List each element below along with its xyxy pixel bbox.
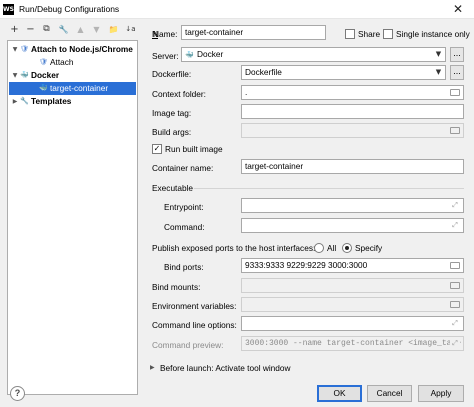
run-built-image-checkbox[interactable]: ✓ [152,144,162,154]
before-launch-triangle-icon[interactable]: ▶ [150,364,155,371]
bind-ports-value: 9333:9333 9229:9229 3000:3000 [245,260,368,270]
remove-configuration-button[interactable]: − [24,23,37,36]
chevron-down-icon: ▼ [435,68,442,76]
configurations-toolbar: + − ⧉ 🔧 ▲ ▼ 📁 ↓a [0,20,142,40]
close-window-button[interactable]: ✕ [442,0,474,19]
build-args-label: Build args: [152,127,192,137]
tree-item-label: Attach to Node.js/Chrome [31,44,133,54]
configurations-tree[interactable]: ▼ 🛡 Attach to Node.js/Chrome 🛡 Attach ▼ … [7,40,138,395]
tree-item-docker[interactable]: ▼ 🐳 Docker [9,69,136,82]
cmd-preview-value: 3000:3000 --name target-container <image… [245,339,464,348]
container-name-label: Container name: [152,163,214,173]
image-tag-label: Image tag: [152,108,192,118]
cmd-preview-field[interactable]: 3000:3000 --name target-container <image… [241,336,464,351]
run-built-image-label: Run built image [165,144,223,154]
build-args-field[interactable] [241,123,464,138]
publish-specify-label: Specify [355,243,383,253]
docker-icon: 🐳 [20,71,29,79]
folder-icon[interactable] [450,262,460,269]
publish-all-label: All [327,243,337,253]
move-down-button[interactable]: ▼ [90,23,103,36]
folder-icon[interactable] [450,127,460,134]
add-configuration-button[interactable]: + [8,23,21,36]
context-folder-label: Context folder: [152,89,206,99]
tree-item-label: Templates [31,96,72,106]
before-launch-section[interactable]: Before launch: Activate tool window [160,363,291,373]
entrypoint-field[interactable]: ⤢ [241,198,464,213]
cmd-options-label: Command line options: [152,320,237,330]
folder-icon[interactable] [450,301,460,308]
tree-item-attach-node-chrome[interactable]: ▼ 🛡 Attach to Node.js/Chrome [9,43,136,56]
bind-mounts-field[interactable] [241,278,464,293]
server-label: Server: [152,51,179,61]
cmd-preview-label: Command preview: [152,340,224,350]
expand-icon[interactable]: ⤢ [450,338,460,349]
sort-configurations-button[interactable]: ↓a [124,23,137,36]
name-field[interactable]: target-container [181,25,326,40]
cancel-button[interactable]: Cancel [367,385,412,402]
folder-icon[interactable] [450,282,460,289]
image-tag-field[interactable] [241,104,464,119]
apply-button[interactable]: Apply [418,385,464,402]
dockerfile-select[interactable]: Dockerfile ▼ [241,65,446,80]
context-folder-field[interactable]: . [241,85,464,100]
name-label: NName: [152,29,178,39]
attach-icon: 🛡 [39,58,48,66]
expand-triangle-icon[interactable]: ▼ [11,69,19,82]
server-value: Docker [197,49,224,59]
publish-specify-radio[interactable] [342,243,352,253]
dockerfile-label: Dockerfile: [152,69,192,79]
expand-icon[interactable]: ⤢ [450,220,460,231]
docker-icon: 🐳 [185,51,194,59]
docker-icon: 🐳 [39,84,48,92]
tree-item-templates[interactable]: ▶ 🔧 Templates [9,95,136,108]
section-divider [194,188,464,189]
cmd-options-field[interactable]: ⤢ [241,316,464,331]
collapsed-triangle-icon[interactable]: ▶ [11,95,19,108]
env-vars-label: Environment variables: [152,301,237,311]
title-bar: WS Run/Debug Configurations ✕ [0,0,474,19]
bind-ports-field[interactable]: 9333:9333 9229:9229 3000:3000 [241,258,464,273]
dockerfile-browse-button[interactable]: ... [450,65,464,80]
single-instance-label: Single instance only [396,29,470,39]
command-field[interactable]: ⤢ [241,218,464,233]
single-instance-checkbox[interactable] [383,29,393,39]
edit-defaults-icon[interactable]: 🔧 [57,23,70,36]
share-checkbox[interactable] [345,29,355,39]
tree-item-label: Docker [31,70,60,80]
publish-ports-label: Publish exposed ports to the host interf… [152,243,316,253]
bind-ports-label: Bind ports: [164,262,204,272]
tree-item-target-container[interactable]: 🐳 target-container [9,82,136,95]
tree-item-label: target-container [50,83,109,93]
chevron-down-icon: ▼ [435,50,442,58]
ok-button[interactable]: OK [317,385,362,402]
executable-section-label: Executable [152,183,194,193]
server-browse-button[interactable]: ... [450,47,464,62]
window-title: Run/Debug Configurations [19,4,120,14]
command-label: Command: [164,222,205,232]
wrench-icon: 🔧 [20,97,29,105]
expand-triangle-icon[interactable]: ▼ [11,43,19,56]
publish-all-radio[interactable] [314,243,324,253]
server-select[interactable]: 🐳 Docker ▼ [181,47,446,62]
expand-icon[interactable]: ⤢ [450,318,460,329]
webstorm-app-icon: WS [3,4,14,15]
bind-mounts-label: Bind mounts: [152,282,201,292]
help-button[interactable]: ? [10,386,25,401]
copy-configuration-button[interactable]: ⧉ [40,23,53,36]
expand-icon[interactable]: ⤢ [450,200,460,211]
dockerfile-value: Dockerfile [245,67,282,77]
tree-item-attach[interactable]: 🛡 Attach [9,56,136,69]
share-label: Share [358,29,381,39]
folder-icon[interactable]: 📁 [107,23,120,36]
attach-icon: 🛡 [20,45,29,53]
move-up-button[interactable]: ▲ [74,23,87,36]
tree-item-label: Attach [50,57,74,67]
context-folder-value: . [245,87,248,97]
env-vars-field[interactable] [241,297,464,312]
entrypoint-label: Entrypoint: [164,202,204,212]
folder-icon[interactable] [450,89,460,96]
container-name-field[interactable]: target-container [241,159,464,174]
